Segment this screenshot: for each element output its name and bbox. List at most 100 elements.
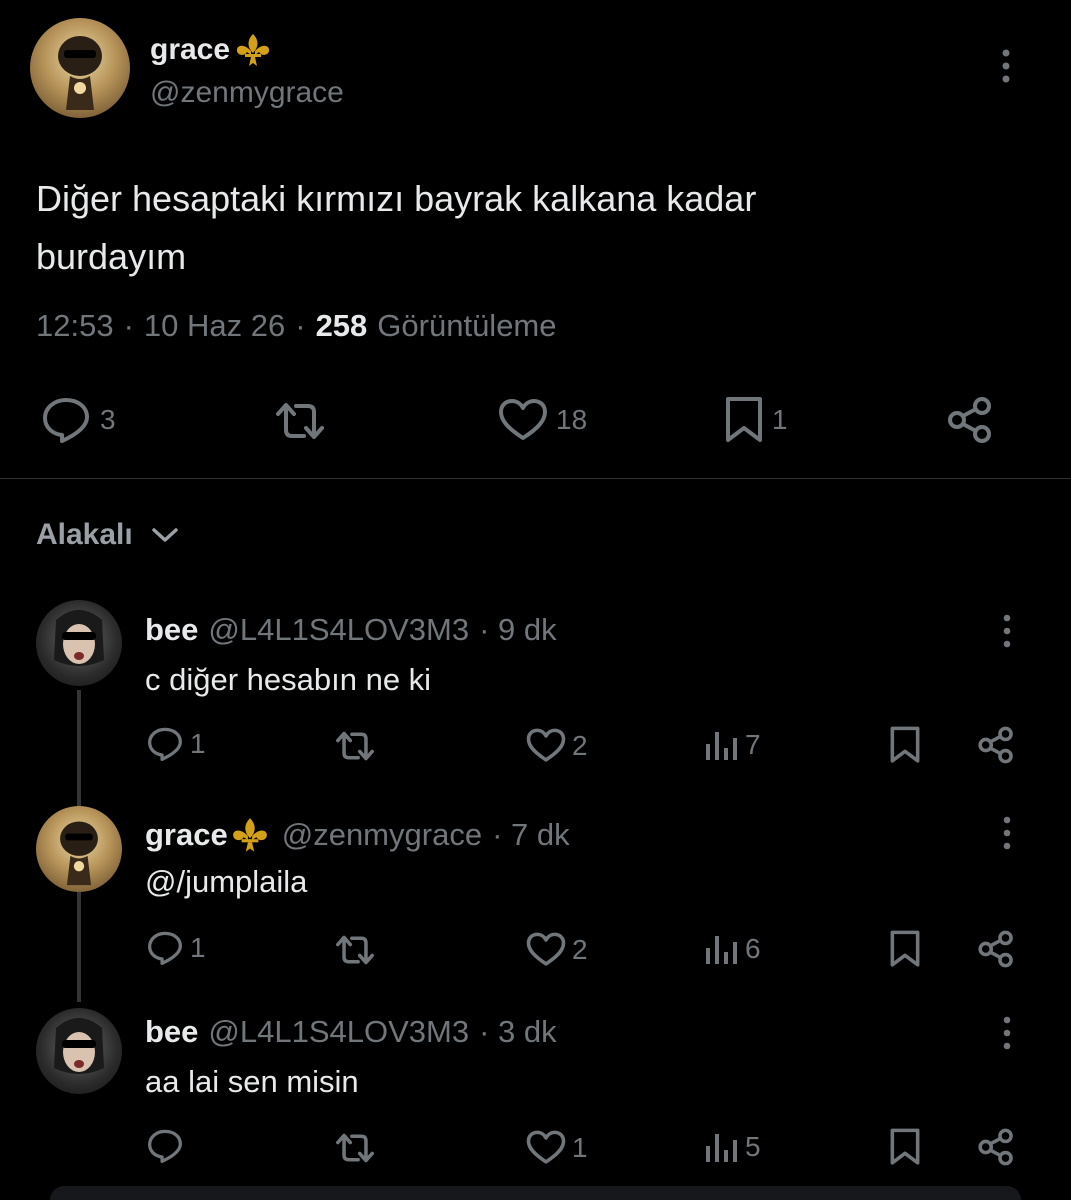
tweet-time[interactable]: 12:53 (36, 308, 114, 344)
divider (0, 478, 1071, 479)
like-icon (526, 728, 566, 763)
reply-icon (146, 726, 184, 762)
retweet-icon (333, 1130, 377, 1166)
views-button[interactable]: 6 (703, 932, 761, 966)
reply-handle[interactable]: @L4L1S4LOV3M3 (208, 1014, 469, 1050)
more-icon[interactable] (996, 1014, 1018, 1052)
views-icon (703, 1130, 739, 1164)
meta-separator: · (123, 308, 134, 343)
bookmark-button[interactable] (889, 930, 921, 968)
like-count: 2 (572, 933, 588, 965)
avatar-figure (54, 610, 104, 666)
avatar-figure (58, 36, 102, 110)
reply-time[interactable]: · 3 dk (479, 1014, 557, 1050)
views-icon (703, 728, 739, 762)
share-icon (977, 726, 1015, 764)
like-icon (498, 398, 548, 442)
author-handle[interactable]: @zenmygrace (150, 76, 344, 110)
views-label: Görüntüleme (377, 308, 557, 343)
reply-header: bee @L4L1S4LOV3M3 · 9 dk (145, 612, 557, 648)
reply-button[interactable]: 1 (146, 726, 206, 762)
reply-icon (40, 396, 92, 444)
share-button[interactable] (977, 1128, 1015, 1166)
bookmark-button[interactable] (889, 726, 921, 764)
reply-composer-bar[interactable] (50, 1186, 1021, 1200)
share-button[interactable] (946, 396, 994, 444)
avatar-figure (54, 1018, 104, 1074)
share-button[interactable] (977, 726, 1015, 764)
reply-text: aa lai sen misin (145, 1064, 359, 1099)
reply-author-name[interactable]: bee (145, 1014, 198, 1050)
retweet-icon (272, 398, 328, 444)
retweet-button[interactable] (333, 932, 377, 968)
retweet-button[interactable] (333, 728, 377, 764)
bookmark-icon (889, 930, 921, 968)
bookmark-icon (889, 726, 921, 764)
views-button[interactable]: 5 (703, 1130, 761, 1164)
reply-handle[interactable]: @L4L1S4LOV3M3 (208, 612, 469, 648)
reply-button[interactable]: 3 (40, 396, 116, 444)
like-button[interactable]: 1 (526, 1130, 588, 1165)
bookmark-button[interactable]: 1 (724, 396, 788, 444)
tweet-date[interactable]: 10 Haz 26 (144, 308, 285, 344)
reply-header: grace @zenmygrace · 7 dk (145, 816, 570, 854)
like-count: 2 (572, 729, 588, 761)
meta-separator: · (295, 308, 306, 343)
views-count: 5 (745, 1131, 761, 1162)
tweet-text-line1: Diğer hesaptaki kırmızı bayrak kalkana k… (36, 178, 757, 219)
share-icon (977, 930, 1015, 968)
views-count: 7 (745, 729, 761, 760)
reply-button[interactable]: 1 (146, 930, 206, 966)
reply-count: 3 (100, 404, 116, 435)
fleur-de-lis-icon (228, 816, 272, 854)
fleur-de-lis-icon (232, 32, 274, 68)
reply-time[interactable]: · 7 dk (492, 817, 570, 853)
avatar[interactable] (30, 18, 130, 118)
reply-header: bee @L4L1S4LOV3M3 · 3 dk (145, 1014, 557, 1050)
reply-author-name[interactable]: bee (145, 612, 198, 648)
retweet-icon (333, 932, 377, 968)
reply-author-name[interactable]: grace (145, 816, 272, 854)
reply-text: c diğer hesabın ne ki (145, 662, 432, 697)
tweet-meta: 12:53 · 10 Haz 26 · 258 Görüntüleme (36, 308, 557, 344)
sort-dropdown[interactable]: Alakalı (36, 518, 179, 552)
avatar[interactable] (36, 1008, 122, 1094)
sort-label: Alakalı (36, 518, 133, 551)
share-icon (946, 396, 994, 444)
like-icon (526, 1130, 566, 1165)
reply-text[interactable]: @/jumplaila (145, 864, 307, 900)
share-icon (977, 1128, 1015, 1166)
like-count: 1 (572, 1131, 588, 1163)
more-icon[interactable] (996, 814, 1018, 852)
avatar-figure (60, 821, 98, 886)
more-icon[interactable] (994, 46, 1018, 86)
reply-author-name-text: grace (145, 817, 228, 852)
tweet-text: Diğer hesaptaki kırmızı bayrak kalkana k… (36, 170, 756, 286)
tweet-text-line2: burdayım (36, 236, 187, 277)
like-button[interactable]: 2 (526, 932, 588, 967)
reply-button[interactable] (146, 1128, 190, 1164)
reply-icon (146, 930, 184, 966)
author-name[interactable]: grace (150, 32, 274, 68)
like-icon (526, 932, 566, 967)
reply-count: 1 (190, 728, 206, 759)
bookmark-icon (889, 1128, 921, 1166)
bookmark-button[interactable] (889, 1128, 921, 1166)
share-button[interactable] (977, 930, 1015, 968)
avatar[interactable] (36, 806, 122, 892)
chevron-down-icon (151, 525, 179, 545)
retweet-icon (333, 728, 377, 764)
reply-icon (146, 1128, 184, 1164)
retweet-button[interactable] (333, 1130, 377, 1166)
avatar[interactable] (36, 600, 122, 686)
views-icon (703, 932, 739, 966)
bookmark-icon (724, 396, 764, 444)
retweet-button[interactable] (272, 398, 328, 444)
views-button[interactable]: 7 (703, 728, 761, 762)
reply-time[interactable]: · 9 dk (479, 612, 557, 648)
like-button[interactable]: 18 (498, 398, 587, 442)
like-button[interactable]: 2 (526, 728, 588, 763)
reply-handle[interactable]: @zenmygrace (282, 817, 482, 853)
author-name-text: grace (150, 33, 231, 66)
more-icon[interactable] (996, 612, 1018, 650)
